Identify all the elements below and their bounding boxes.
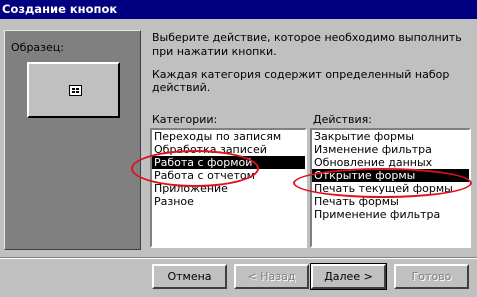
footer-divider <box>0 257 477 259</box>
preview-panel: Образец: <box>4 30 141 250</box>
back-button[interactable]: < Назад <box>234 264 309 289</box>
form-icon <box>69 85 82 96</box>
preview-button <box>27 62 120 118</box>
finish-button[interactable]: Готово <box>394 264 469 289</box>
category-item[interactable]: Переходы по записям <box>152 130 305 143</box>
categories-listbox[interactable]: Переходы по записям Обработка записей Ра… <box>150 128 307 248</box>
action-item[interactable]: Применение фильтра <box>312 208 469 221</box>
category-item-selected[interactable]: Работа с формой <box>152 156 305 169</box>
category-item[interactable]: Приложение <box>152 182 305 195</box>
next-button[interactable]: Далее > <box>310 263 387 290</box>
action-item[interactable]: Закрытие формы <box>312 130 469 143</box>
actions-listbox[interactable]: Закрытие формы Изменение фильтра Обновле… <box>310 128 471 248</box>
preview-label: Образец: <box>11 41 64 54</box>
cancel-button[interactable]: Отмена <box>152 264 227 289</box>
window-title: Создание кнопок <box>2 2 118 16</box>
action-item[interactable]: Изменение фильтра <box>312 143 469 156</box>
action-item[interactable]: Печать текущей формы <box>312 182 469 195</box>
category-item[interactable]: Разное <box>152 195 305 208</box>
action-item[interactable]: Печать формы <box>312 195 469 208</box>
category-item[interactable]: Обработка записей <box>152 143 305 156</box>
categories-label: Категории: <box>152 113 218 126</box>
action-item-selected[interactable]: Открытие формы <box>312 169 469 182</box>
category-item[interactable]: Работа с отчетом <box>152 169 305 182</box>
title-bar: Создание кнопок <box>0 0 477 19</box>
action-item[interactable]: Обновление данных <box>312 156 469 169</box>
category-hint-text: Каждая категория содержит определенный н… <box>152 68 450 94</box>
instruction-text: Выберите действие, которое необходимо вы… <box>152 31 462 58</box>
actions-label: Действия: <box>313 113 372 126</box>
